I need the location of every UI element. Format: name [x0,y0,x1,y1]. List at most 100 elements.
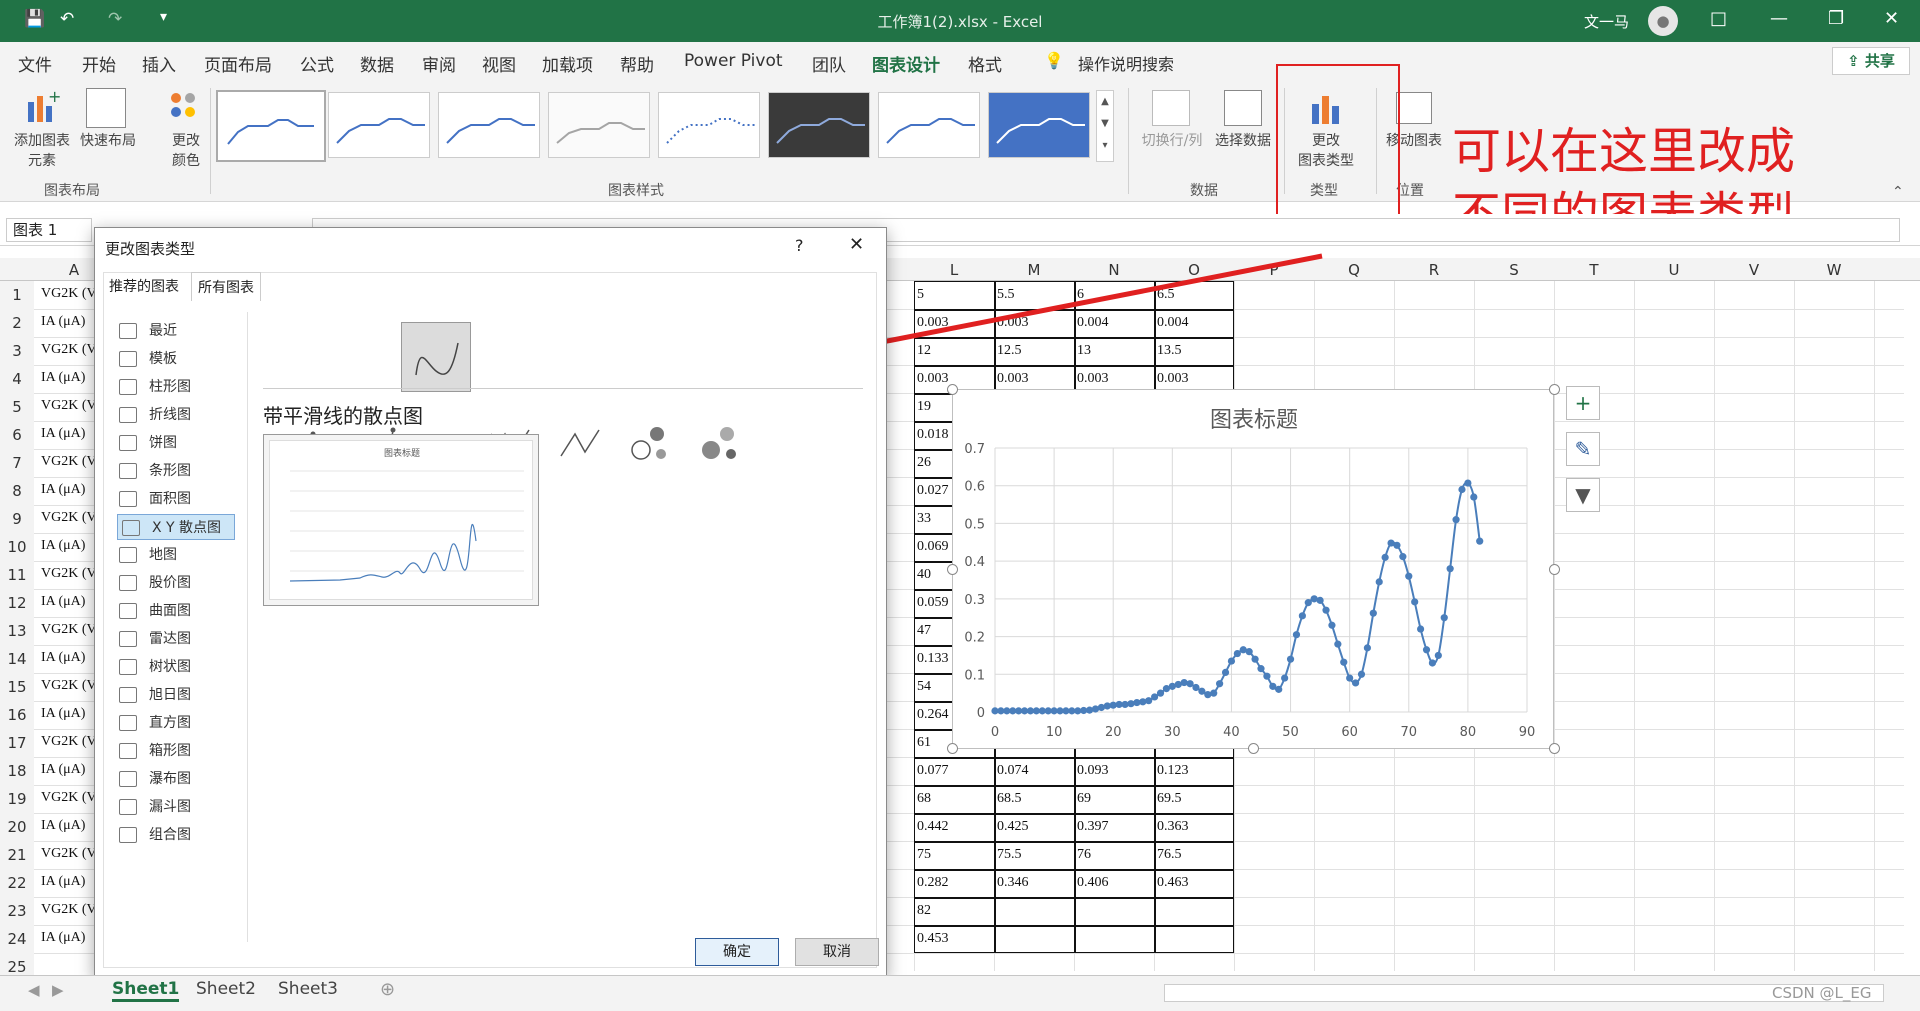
chart-type-nav-item[interactable]: 漏斗图 [119,796,191,816]
chart-type-nav-item[interactable]: 条形图 [119,460,191,480]
prev-sheet-icon[interactable]: ◀ [28,981,40,999]
change-colors-icon[interactable] [166,90,206,130]
tab-recommended-charts[interactable]: 推荐的图表 [109,276,179,296]
cell-a-label[interactable]: VG2K (V [38,902,97,918]
cell-a-label[interactable]: VG2K (V [38,566,97,582]
cell-a-label[interactable]: VG2K (V [38,622,97,638]
avatar[interactable]: ● [1648,6,1678,36]
chart-type-nav-item[interactable]: 瀑布图 [119,768,191,788]
switch-row-column-icon[interactable] [1152,90,1190,126]
add-chart-element-label[interactable]: 添加图表 [10,130,74,150]
chart-type-nav-item[interactable]: 箱形图 [119,740,191,760]
styles-scroll[interactable]: ▲ ▼ ▾ [1096,90,1114,162]
resize-handle[interactable] [947,743,958,754]
tell-me-search[interactable]: 操作说明搜索 [1078,51,1174,75]
tab-all-charts[interactable]: 所有图表 [191,272,261,301]
chart-style-2[interactable] [328,92,430,158]
tab-help[interactable]: 帮助 [620,51,654,76]
chart-type-nav-item[interactable]: 地图 [119,544,177,564]
cell-a-label[interactable]: VG2K (V [38,790,97,806]
tab-power-pivot[interactable]: Power Pivot [684,51,783,71]
chart-type-nav-item[interactable]: 模板 [119,348,177,368]
cell-a-label[interactable]: VG2K (V [38,734,97,750]
switch-row-column-label[interactable]: 切换行/列 [1134,130,1210,150]
chart-style-5[interactable] [658,92,760,158]
move-chart-icon[interactable] [1396,92,1432,124]
row-header[interactable]: 4 [0,365,34,393]
chart-type-nav-item[interactable]: 折线图 [119,404,191,424]
cell-a-label[interactable]: IA (μA) [38,762,85,778]
cell-a-label[interactable]: VG2K (V [38,678,97,694]
row-header[interactable]: 1 [0,281,34,309]
chart-type-nav-item[interactable]: 组合图 [119,824,191,844]
chart-type-nav-item[interactable]: X Y 散点图 [117,514,235,540]
sheet-tab-2[interactable]: Sheet2 [196,979,256,999]
cell-a-label[interactable]: IA (μA) [38,370,85,386]
chart-style-4[interactable] [548,92,650,158]
chart-style-3[interactable] [438,92,540,158]
name-box[interactable]: 图表 1 [6,218,92,242]
ribbon-display-icon[interactable]: □ [1710,8,1727,29]
row-header[interactable]: 3 [0,337,34,365]
tab-format[interactable]: 格式 [968,51,1002,76]
minimize-icon[interactable]: — [1770,8,1788,29]
quick-layout-icon[interactable] [86,88,126,128]
chart-type-nav-item[interactable]: 直方图 [119,712,191,732]
tab-chart-design[interactable]: 图表设计 [872,51,940,84]
collapse-ribbon-icon[interactable]: ⌃ [1892,184,1904,200]
cancel-button[interactable]: 取消 [795,938,879,966]
cell-a-label[interactable]: VG2K (V [38,454,97,470]
tab-addins[interactable]: 加载项 [542,51,593,76]
subtype-bubble-icon[interactable] [621,412,679,470]
cell-a-label[interactable]: VG2K (V [38,342,97,358]
cell-a-label[interactable]: VG2K (V [38,510,97,526]
row-header[interactable]: 13 [0,617,34,645]
row-header[interactable]: 16 [0,701,34,729]
row-header[interactable]: 10 [0,533,34,561]
row-header[interactable]: 12 [0,589,34,617]
sheet-tab-1[interactable]: Sheet1 [112,979,180,1002]
col-header-v[interactable]: V [1714,261,1794,279]
row-header[interactable]: 22 [0,869,34,897]
cell-a-label[interactable]: IA (μA) [38,482,85,498]
row-header[interactable]: 11 [0,561,34,589]
chart-type-nav-item[interactable]: 树状图 [119,656,191,676]
chart-preview[interactable]: 图表标题 [263,434,539,606]
dialog-close-icon[interactable]: ✕ [849,234,864,255]
quick-layout-label[interactable]: 快速布局 [76,130,140,150]
embedded-chart[interactable]: 图表标题 0 0.1 0.2 0.3 0.4 0.5 0.6 0.7 0 10 20 30 40 50 60… [952,389,1554,749]
subtype-3d-bubble-icon[interactable] [691,412,749,470]
row-header[interactable]: 20 [0,813,34,841]
tab-home[interactable]: 开始 [82,51,116,76]
tab-formulas[interactable]: 公式 [300,51,334,76]
select-data-icon[interactable] [1224,90,1262,126]
col-header-r[interactable]: R [1394,261,1474,279]
row-header[interactable]: 2 [0,309,34,337]
sheet-tab-3[interactable]: Sheet3 [278,979,338,999]
tab-review[interactable]: 审阅 [422,51,456,76]
maximize-icon[interactable]: ❐ [1828,8,1844,29]
chart-type-nav-item[interactable]: 饼图 [119,432,177,452]
row-header[interactable]: 19 [0,785,34,813]
resize-handle[interactable] [947,384,958,395]
cell-a-label[interactable]: IA (μA) [38,314,85,330]
change-colors-label[interactable]: 更改 [154,130,218,150]
add-sheet-icon[interactable]: ⊕ [380,979,395,1000]
chart-type-nav-item[interactable]: 柱形图 [119,376,191,396]
dialog-help-button[interactable]: ? [795,236,804,255]
tab-view[interactable]: 视图 [482,51,516,76]
resize-handle[interactable] [1549,564,1560,575]
resize-handle[interactable] [1549,743,1560,754]
row-header[interactable]: 21 [0,841,34,869]
subtype-scatter-smooth-icon[interactable] [401,322,471,392]
row-header[interactable]: 14 [0,645,34,673]
chart-style-6[interactable] [768,92,870,158]
row-header[interactable]: 9 [0,505,34,533]
select-data-label[interactable]: 选择数据 [1208,130,1278,150]
tab-insert[interactable]: 插入 [142,51,176,76]
cell-a-label[interactable]: IA (μA) [38,538,85,554]
add-chart-element-icon[interactable]: + [22,87,62,128]
col-header-t[interactable]: T [1554,261,1634,279]
resize-handle[interactable] [947,564,958,575]
cell-a-label[interactable]: VG2K (V [38,286,97,302]
